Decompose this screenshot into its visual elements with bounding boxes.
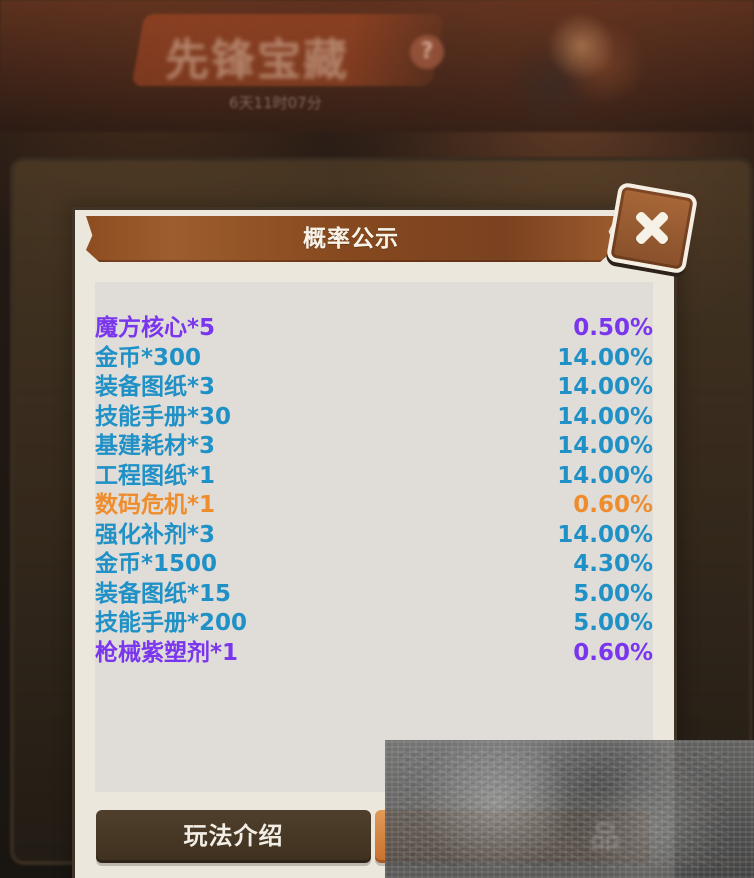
probability-row: 技能手册*30 14.00% (95, 403, 653, 433)
reward-name: 装备图纸*3 (95, 374, 216, 400)
reward-name: 强化补剂*3 (95, 521, 216, 548)
reward-name: 魔方核心*5 (95, 315, 216, 341)
probability-row: 工程图纸*1 14.00% (95, 462, 653, 492)
event-title: 先锋宝藏 (165, 35, 349, 86)
character-art (500, 0, 680, 132)
reward-rate: 4.30% (573, 551, 653, 577)
probability-row: 数码危机*1 0.60% (95, 491, 653, 521)
probability-row: 基建耗材*3 14.00% (95, 432, 653, 462)
reward-rate: 14.00% (557, 403, 653, 430)
probability-row: 装备图纸*3 14.00% (95, 373, 653, 403)
reward-rate: 0.50% (573, 315, 653, 341)
probability-row: 枪械紫塑剂*1 0.60% (95, 639, 653, 669)
probability-row: 魔方核心*5 0.50% (95, 314, 653, 344)
reward-rate: 0.60% (573, 639, 653, 666)
reward-name: 技能手册*30 (95, 403, 232, 430)
reward-name: 基建耗材*3 (95, 433, 216, 459)
reward-rate: 14.00% (557, 433, 653, 459)
probability-list: 魔方核心*5 0.50% 金币*300 14.00% 装备图纸*3 14.00% 技能手册*… (95, 314, 653, 668)
reward-name: 工程图纸*1 (95, 462, 216, 489)
reward-rate: 14.00% (557, 521, 653, 548)
reward-name: 数码危机*1 (95, 492, 216, 518)
overlay-text: 品 (590, 820, 621, 855)
probability-row: 技能手册*200 5.00% (95, 609, 653, 639)
reward-rate: 5.00% (573, 610, 653, 636)
reward-name: 金币*300 (95, 344, 202, 371)
close-icon (633, 209, 671, 247)
reward-rate: 14.00% (557, 344, 653, 371)
probability-row: 装备图纸*15 5.00% (95, 580, 653, 610)
probability-row: 金币*300 14.00% (95, 344, 653, 374)
event-timer: 6天11时07分 (229, 94, 322, 112)
game-screen: 先锋宝藏 ? 6天11时07分 概率公示 魔方核心*5 0.50% 金币*300 14… (0, 0, 754, 878)
reward-name: 金币*1500 (95, 551, 218, 577)
probability-row: 强化补剂*3 14.00% (95, 521, 653, 551)
reward-rate: 5.00% (573, 580, 653, 607)
reward-name: 装备图纸*15 (95, 580, 232, 607)
reward-name: 枪械紫塑剂*1 (95, 639, 239, 666)
dialog-title: 概率公示 (303, 226, 399, 252)
probability-row: 金币*1500 4.30% (95, 550, 653, 580)
reward-rate: 14.00% (557, 462, 653, 489)
qr-overlay: 品 (385, 740, 754, 878)
gameplay-intro-button[interactable]: 玩法介绍 (96, 810, 371, 863)
reward-rate: 0.60% (573, 492, 653, 518)
help-icon: ? (410, 35, 444, 69)
reward-name: 技能手册*200 (95, 610, 248, 636)
close-button[interactable] (605, 181, 699, 275)
reward-rate: 14.00% (557, 374, 653, 400)
